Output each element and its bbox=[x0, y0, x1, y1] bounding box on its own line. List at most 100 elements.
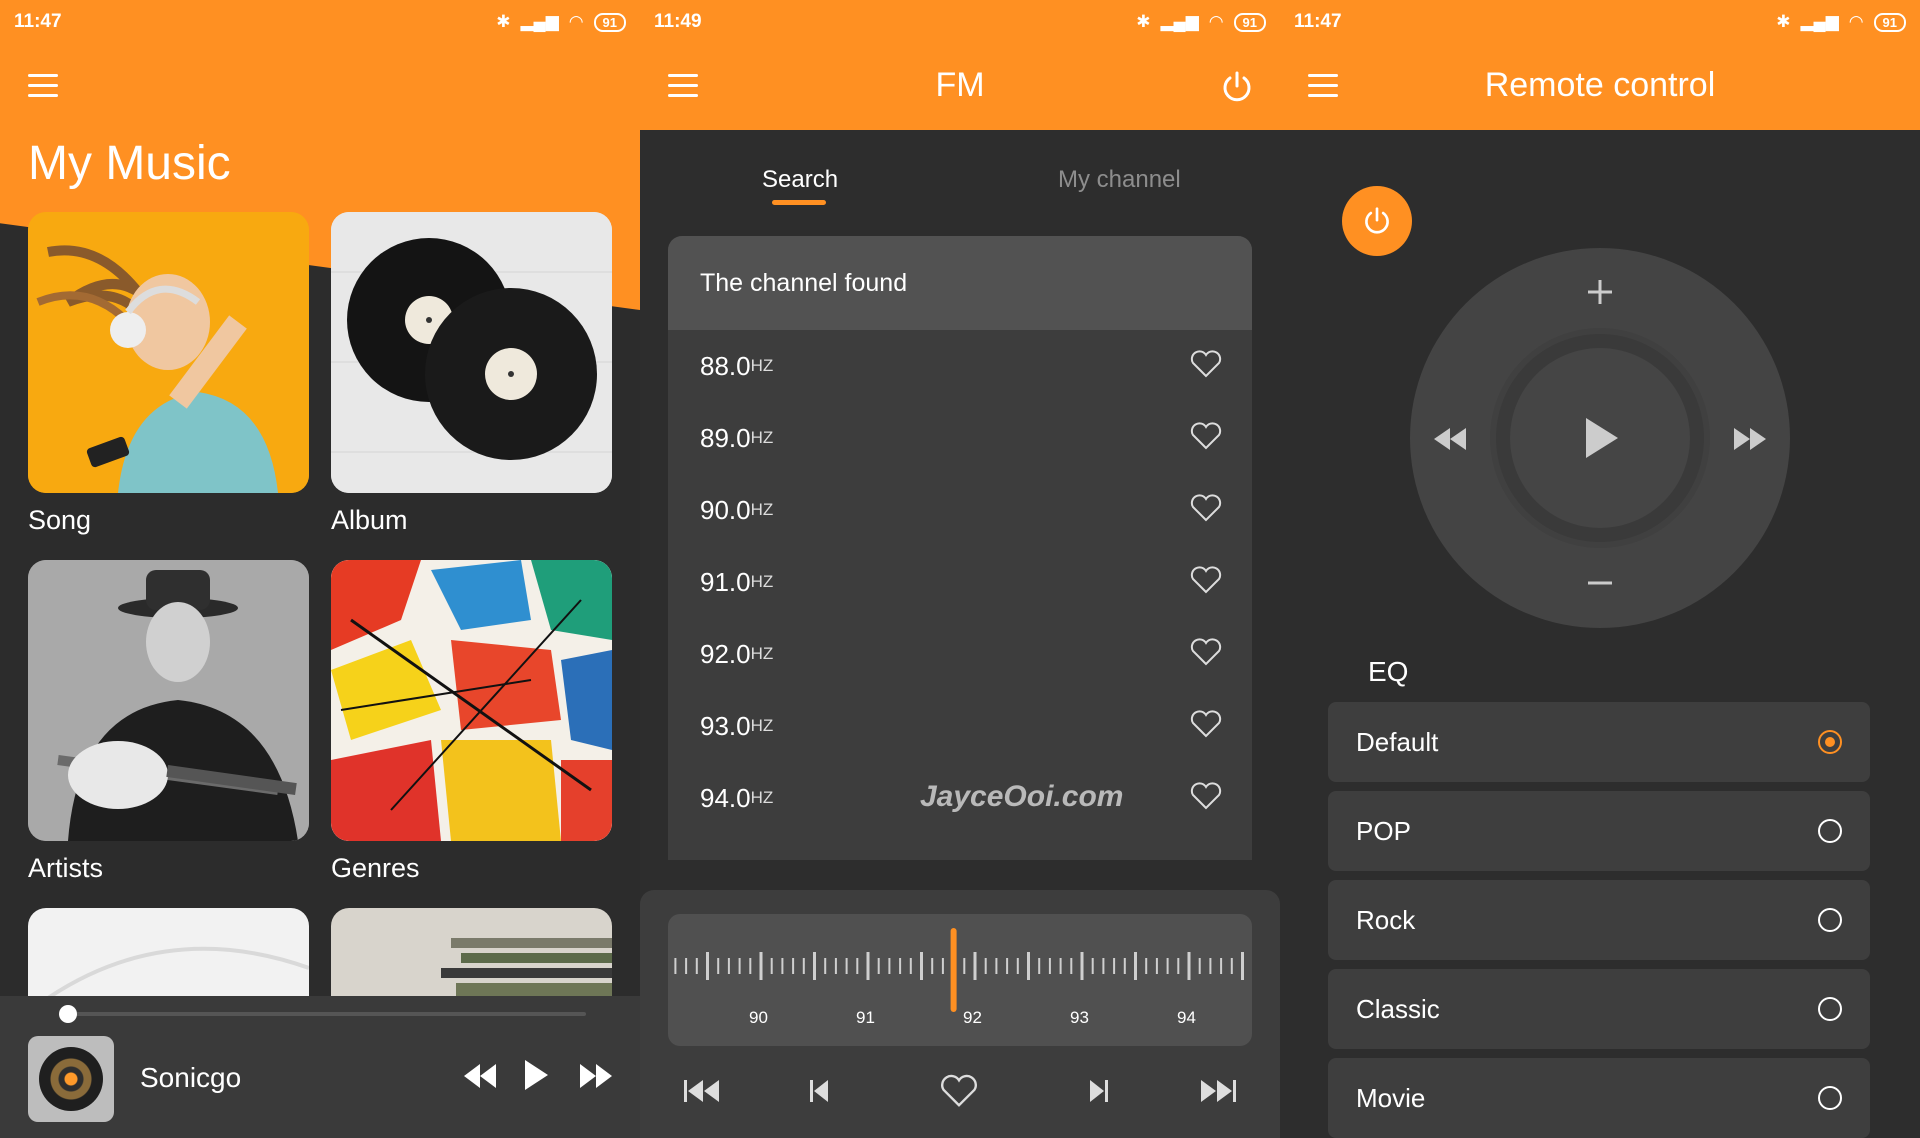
remote-control-screen: 11:47 ✱ ▂▄▆ ◠ 91 Remote control EQ Defau… bbox=[1280, 0, 1920, 1138]
radio-icon[interactable] bbox=[1818, 819, 1842, 843]
tile-song[interactable]: Song bbox=[28, 212, 309, 536]
fast-forward-icon[interactable] bbox=[578, 1062, 614, 1090]
channel-frequency: 90.0 bbox=[700, 494, 751, 525]
tuner-label: 92 bbox=[963, 1008, 982, 1027]
bluetooth-icon: ✱ bbox=[1136, 12, 1151, 31]
channel-unit: HZ bbox=[750, 500, 774, 519]
tile-label: Genres bbox=[331, 853, 420, 883]
eq-option-label: POP bbox=[1356, 815, 1411, 846]
eq-heading: EQ bbox=[1368, 656, 1409, 687]
seek-back-icon[interactable] bbox=[682, 1078, 722, 1104]
tile-genres[interactable]: Genres bbox=[331, 560, 612, 884]
signal-icon: ▂▄▆ bbox=[520, 12, 559, 31]
eq-option-label: Classic bbox=[1356, 993, 1440, 1024]
previous-icon[interactable] bbox=[808, 1078, 830, 1104]
channel-row[interactable]: 90.0 HZ bbox=[668, 474, 1252, 546]
tile-image bbox=[331, 908, 612, 998]
tile-label: Song bbox=[28, 505, 92, 535]
eq-option-pop[interactable]: POP bbox=[1328, 791, 1870, 871]
heart-icon[interactable] bbox=[1190, 422, 1222, 450]
tile-label: Artists bbox=[28, 853, 104, 883]
channel-row[interactable]: 88.0 HZ bbox=[668, 330, 1252, 402]
artists-image bbox=[28, 560, 309, 841]
channel-row[interactable]: 93.0 HZ bbox=[668, 690, 1252, 762]
tile-album[interactable]: Album bbox=[331, 212, 612, 536]
bluetooth-icon: ✱ bbox=[496, 12, 511, 31]
wifi-icon: ◠ bbox=[568, 12, 584, 31]
tuner-needle[interactable] bbox=[950, 928, 957, 1012]
favorite-icon[interactable] bbox=[940, 1074, 978, 1108]
heart-icon[interactable] bbox=[1190, 782, 1222, 810]
heart-icon[interactable] bbox=[1190, 710, 1222, 738]
power-button[interactable] bbox=[1342, 186, 1412, 256]
play-button-face bbox=[1510, 348, 1690, 528]
watermark: JayceOoi.com bbox=[920, 780, 1124, 813]
status-bar: 11:47 ✱ ▂▄▆ ◠ 91 bbox=[0, 0, 640, 44]
tile-more-2[interactable] bbox=[331, 908, 612, 998]
play-icon[interactable] bbox=[522, 1058, 550, 1092]
tuner-label: 90 bbox=[749, 1008, 768, 1027]
radio-selected-icon[interactable] bbox=[1818, 730, 1842, 754]
genres-image bbox=[331, 560, 612, 841]
tab-search[interactable]: Search bbox=[762, 166, 838, 194]
play-button[interactable] bbox=[1496, 334, 1704, 542]
channel-unit: HZ bbox=[750, 644, 774, 663]
volume-up-icon[interactable] bbox=[1586, 278, 1614, 306]
channel-unit: HZ bbox=[750, 428, 774, 447]
now-playing-title: Sonicgo bbox=[140, 1062, 242, 1093]
channel-row[interactable]: 89.0 HZ bbox=[668, 402, 1252, 474]
heart-icon[interactable] bbox=[1190, 494, 1222, 522]
heart-icon[interactable] bbox=[1190, 350, 1222, 378]
channel-list: The channel found 88.0 HZ 89.0 HZ 90.0 HZ 9… bbox=[668, 236, 1252, 860]
album-art-thumbnail[interactable] bbox=[28, 1036, 114, 1122]
channel-row[interactable]: 92.0 HZ bbox=[668, 618, 1252, 690]
tile-artists[interactable]: Artists bbox=[28, 560, 309, 884]
channel-frequency: 89.0 bbox=[700, 422, 751, 453]
rewind-icon[interactable] bbox=[462, 1062, 498, 1090]
status-time: 11:47 bbox=[1294, 11, 1342, 32]
channel-frequency: 92.0 bbox=[700, 638, 751, 669]
seek-bar[interactable] bbox=[59, 1005, 586, 1023]
battery-icon: 91 bbox=[1873, 12, 1906, 32]
tuner-label: 94 bbox=[1177, 1008, 1196, 1027]
radio-icon[interactable] bbox=[1818, 997, 1842, 1021]
channel-frequency: 88.0 bbox=[700, 350, 751, 381]
radio-icon[interactable] bbox=[1818, 908, 1842, 932]
next-track-icon[interactable] bbox=[1732, 426, 1768, 452]
active-tab-indicator bbox=[772, 200, 826, 205]
heart-icon[interactable] bbox=[1190, 566, 1222, 594]
frequency-tuner[interactable]: 90 91 92 93 94 bbox=[668, 914, 1252, 1046]
seek-handle[interactable] bbox=[59, 1005, 78, 1023]
seek-forward-icon[interactable] bbox=[1198, 1078, 1238, 1104]
radio-icon[interactable] bbox=[1818, 1086, 1842, 1110]
fm-screen: 11:49 ✱ ▂▄▆ ◠ 91 FM Search My channel Th… bbox=[640, 0, 1280, 1138]
volume-down-icon[interactable] bbox=[1586, 580, 1614, 586]
tile-image bbox=[28, 908, 309, 998]
tuner-label: 91 bbox=[856, 1008, 875, 1027]
menu-icon[interactable] bbox=[28, 74, 58, 98]
tab-my-channel[interactable]: My channel bbox=[1058, 166, 1181, 194]
status-time: 11:49 bbox=[654, 11, 702, 32]
eq-option-label: Rock bbox=[1356, 904, 1416, 935]
channel-row[interactable]: 91.0 HZ bbox=[668, 546, 1252, 618]
previous-track-icon[interactable] bbox=[1432, 426, 1468, 452]
heart-icon[interactable] bbox=[1190, 638, 1222, 666]
channel-frequency: 93.0 bbox=[700, 710, 751, 741]
eq-option-default[interactable]: Default bbox=[1328, 702, 1870, 782]
status-time: 11:47 bbox=[14, 11, 62, 32]
album-image bbox=[331, 212, 612, 493]
song-image bbox=[28, 212, 309, 493]
eq-option-movie[interactable]: Movie bbox=[1328, 1058, 1870, 1138]
channel-unit: HZ bbox=[750, 572, 774, 591]
next-icon[interactable] bbox=[1088, 1078, 1110, 1104]
list-header: The channel found bbox=[668, 236, 1252, 330]
status-bar: 11:47 ✱ ▂▄▆ ◠ 91 bbox=[1280, 0, 1920, 44]
page-title: FM bbox=[935, 66, 985, 104]
power-icon[interactable] bbox=[1220, 70, 1254, 104]
fm-controls bbox=[640, 1070, 1280, 1130]
eq-option-classic[interactable]: Classic bbox=[1328, 969, 1870, 1049]
tile-more-1[interactable] bbox=[28, 908, 309, 998]
eq-option-rock[interactable]: Rock bbox=[1328, 880, 1870, 960]
tile-label: Album bbox=[331, 505, 408, 535]
my-music-screen: 11:47 ✱ ▂▄▆ ◠ 91 My Music Song Album Art… bbox=[0, 0, 640, 1138]
